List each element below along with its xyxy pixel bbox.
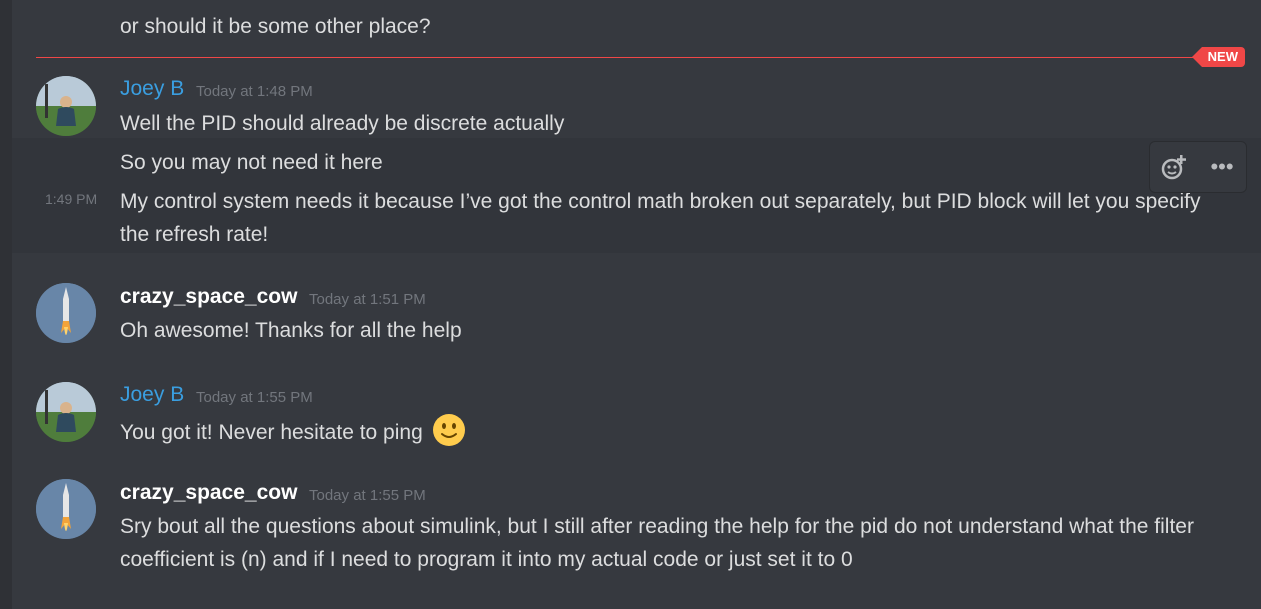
message-author[interactable]: Joey B: [120, 383, 184, 407]
left-scroll-gutter: [0, 0, 12, 609]
message-text: So you may not need it here: [120, 151, 383, 174]
message-side-timestamp[interactable]: 1:49 PM: [45, 191, 97, 207]
more-options-icon[interactable]: •••: [1204, 149, 1240, 185]
message-text: You got it! Never hesitate to ping: [120, 413, 466, 449]
avatar[interactable]: [36, 76, 96, 136]
new-messages-divider: [36, 57, 1243, 58]
message-timestamp[interactable]: Today at 1:51 PM: [309, 291, 426, 308]
message-text: Oh awesome! Thanks for all the help: [120, 319, 462, 342]
chat-message-list: or should it be some other place? NEW Jo…: [12, 0, 1261, 609]
message-text: Sry bout all the questions about simulin…: [120, 515, 1194, 571]
add-reaction-icon[interactable]: [1156, 149, 1192, 185]
message-author[interactable]: crazy_space_cow: [120, 285, 297, 309]
message-text: My control system needs it because I’ve …: [120, 190, 1201, 246]
message-text-content: You got it! Never hesitate to ping: [120, 421, 423, 444]
message-author[interactable]: crazy_space_cow: [120, 481, 297, 505]
avatar[interactable]: [36, 382, 96, 442]
message-timestamp[interactable]: Today at 1:55 PM: [196, 389, 313, 406]
message-actions-toolbar: •••: [1149, 141, 1247, 193]
message-author[interactable]: Joey B: [120, 77, 184, 101]
message-text: Well the PID should already be discrete …: [120, 112, 565, 135]
message-timestamp[interactable]: Today at 1:48 PM: [196, 83, 313, 100]
avatar[interactable]: [36, 479, 96, 539]
slightly-smiling-face-icon[interactable]: [432, 413, 466, 447]
message-timestamp[interactable]: Today at 1:55 PM: [309, 487, 426, 504]
avatar[interactable]: [36, 283, 96, 343]
new-messages-badge: NEW: [1191, 47, 1245, 67]
message-text: or should it be some other place?: [120, 15, 431, 38]
